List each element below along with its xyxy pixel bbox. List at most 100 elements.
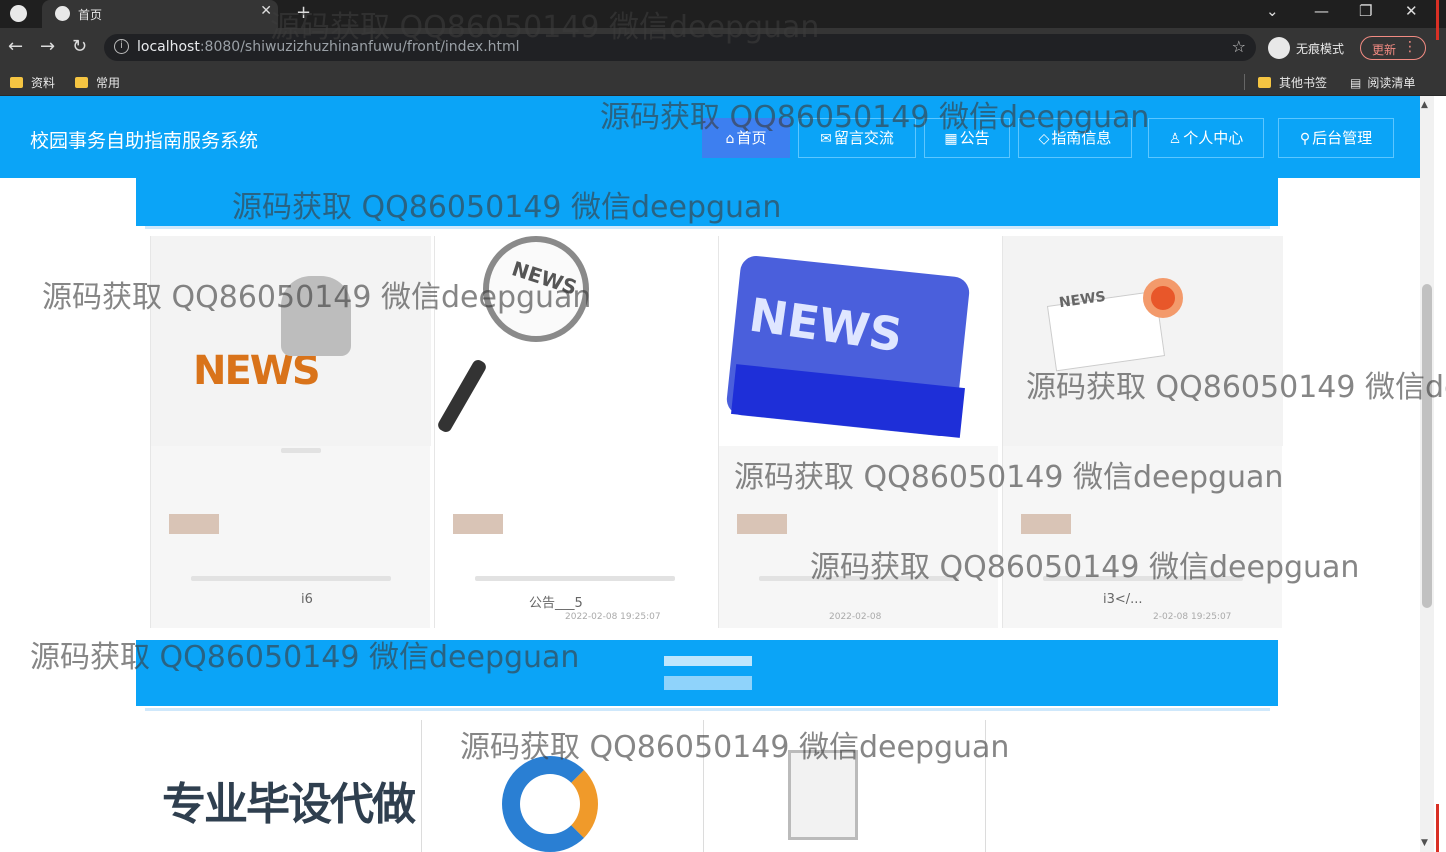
bookmarks-separator	[1244, 74, 1245, 90]
incognito-indicator[interactable]: 无痕模式	[1266, 36, 1346, 60]
scroll-down-arrow-icon[interactable]: ▼	[1421, 838, 1428, 848]
update-button[interactable]: 更新 ⋮	[1360, 36, 1426, 60]
news-card[interactable]: NEWS i3</... 2-02-08 19:25:07	[1002, 236, 1283, 628]
news-section-band	[136, 178, 1278, 226]
guide-banner-text: 专业毕设代做	[162, 779, 416, 830]
news-title: i6	[301, 592, 313, 607]
guide-ring-graphic	[502, 756, 598, 852]
news-card[interactable]: NEWS 2022-02-08	[718, 236, 999, 628]
nav-admin[interactable]: ⚲ 后台管理	[1278, 118, 1394, 158]
coffee-cup	[1143, 278, 1183, 318]
window-edge-accent	[1436, 804, 1439, 852]
url-path: :8080/shiwuzizhuzhinanfuwu/front/index.h…	[199, 39, 520, 55]
browser-tab-strip: 首页 ✕ + ⌄ — ❐ ✕	[0, 0, 1446, 28]
bookmark-other[interactable]: 其他书签	[1258, 74, 1327, 91]
reload-icon[interactable]: ↻	[72, 37, 87, 57]
image-figure	[281, 276, 351, 356]
bookmark-label: 其他书签	[1279, 76, 1328, 90]
back-arrow-icon[interactable]: ←	[8, 37, 23, 57]
guide-card[interactable]	[442, 720, 704, 852]
tab-search-icon[interactable]: ⌄	[1266, 2, 1279, 20]
url-host: localhost	[137, 39, 200, 55]
news-date: 2-02-08 19:25:07	[1153, 612, 1232, 622]
news-date: 2022-02-08	[829, 612, 882, 622]
folder-icon	[1258, 77, 1271, 88]
summary-placeholder	[475, 576, 675, 581]
news-title: i3</...	[1103, 592, 1143, 607]
guide-card[interactable]: 专业毕设代做	[160, 720, 422, 852]
guide-building-graphic	[788, 750, 858, 840]
news-title: 公告___5	[529, 596, 583, 611]
update-label: 更新	[1372, 43, 1397, 57]
nav-label: 公告	[959, 129, 990, 147]
news-tag	[453, 514, 503, 534]
tab-favicon-icon	[55, 6, 70, 21]
browser-tab[interactable]: 首页 ✕	[42, 0, 278, 28]
news-list: NEWS i6 NEWS 公告___5 2022-02-08 19:25:07	[150, 236, 1283, 628]
nav-label: 首页	[736, 129, 767, 147]
news-card[interactable]: NEWS 公告___5 2022-02-08 19:25:07	[434, 236, 714, 628]
news-image: NEWS	[151, 236, 431, 446]
news-tag	[1021, 514, 1071, 534]
nav-messages[interactable]: ✉ 留言交流	[798, 118, 916, 158]
nav-announcements[interactable]: ▦ 公告	[924, 118, 1010, 158]
nav-guide-info[interactable]: ◇ 指南信息	[1018, 118, 1132, 158]
section-subheading-placeholder	[664, 676, 752, 690]
bookmark-label: 资料	[31, 76, 56, 90]
nav-personal-center[interactable]: ♙ 个人中心	[1148, 118, 1264, 158]
news-tag	[169, 514, 219, 534]
guide-list: 专业毕设代做	[160, 720, 1260, 852]
bookmarks-bar: 资料 常用 其他书签 ▤ 阅读清单	[0, 68, 1446, 96]
bookmark-folder-changyong[interactable]: 常用	[75, 74, 120, 91]
news-card[interactable]: NEWS i6	[150, 236, 431, 628]
nav-home[interactable]: ⌂ 首页	[702, 118, 790, 158]
page-scrollbar[interactable]: ▲ ▼	[1420, 96, 1434, 852]
address-bar[interactable]: i localhost:8080/shiwuzizhuzhinanfuwu/fr…	[104, 34, 1256, 61]
nav-label: 留言交流	[833, 129, 894, 147]
reading-list[interactable]: ▤ 阅读清单	[1350, 74, 1415, 91]
menu-dots-icon: ⋮	[1403, 39, 1417, 55]
forward-arrow-icon[interactable]: →	[40, 37, 55, 57]
news-tag	[737, 514, 787, 534]
section-divider	[145, 708, 1270, 711]
grid-icon: ▦	[944, 131, 958, 147]
summary-placeholder	[1043, 576, 1243, 581]
home-icon: ⌂	[725, 131, 735, 147]
section-heading-placeholder	[664, 656, 752, 666]
site-header: 校园事务自助指南服务系统 ⌂ 首页 ✉ 留言交流 ▦ 公告 ◇ 指南信息 ♙ 个人中心 ⚲…	[0, 96, 1420, 178]
tab-title: 首页	[78, 8, 103, 22]
guide-card[interactable]	[724, 720, 986, 852]
scroll-up-arrow-icon[interactable]: ▲	[1421, 100, 1428, 110]
web-page: 校园事务自助指南服务系统 ⌂ 首页 ✉ 留言交流 ▦ 公告 ◇ 指南信息 ♙ 个人中心 ⚲…	[0, 96, 1434, 852]
url-text[interactable]: localhost:8080/shiwuzizhuzhinanfuwu/fron…	[137, 39, 520, 55]
user-icon: ♙	[1168, 131, 1182, 147]
new-tab-button[interactable]: +	[296, 2, 311, 23]
site-info-icon[interactable]: i	[114, 39, 129, 54]
magnifier-handle	[435, 357, 489, 435]
scroll-thumb[interactable]	[1422, 284, 1432, 608]
bookmark-folder-ziliao[interactable]: 资料	[10, 74, 55, 91]
tag-icon: ◇	[1038, 131, 1050, 147]
restore-button[interactable]: ❐	[1359, 2, 1372, 20]
bookmark-label: 阅读清单	[1367, 76, 1416, 90]
section-divider	[145, 226, 1270, 229]
nav-label: 个人中心	[1183, 129, 1244, 147]
incognito-label: 无痕模式	[1296, 42, 1345, 56]
nav-label: 后台管理	[1312, 129, 1373, 147]
summary-placeholder	[191, 576, 391, 581]
incognito-icon	[1268, 37, 1290, 59]
folder-icon	[10, 77, 23, 88]
window-edge-accent	[1436, 0, 1439, 40]
guide-section-band	[136, 640, 1278, 706]
minimize-button[interactable]: —	[1314, 2, 1329, 20]
tab-close-icon[interactable]: ✕	[260, 3, 272, 19]
bookmark-label: 常用	[96, 76, 121, 90]
reading-list-icon: ▤	[1350, 76, 1362, 90]
news-image: NEWS	[719, 236, 999, 446]
close-window-button[interactable]: ✕	[1405, 2, 1418, 20]
browser-toolbar: ← → ↻ i localhost:8080/shiwuzizhuzhinanf…	[0, 28, 1446, 68]
site-title: 校园事务自助指南服务系统	[30, 130, 259, 152]
news-image: NEWS	[435, 236, 715, 446]
browser-profile-icon[interactable]	[10, 5, 27, 22]
bookmark-star-icon[interactable]: ☆	[1232, 37, 1246, 56]
